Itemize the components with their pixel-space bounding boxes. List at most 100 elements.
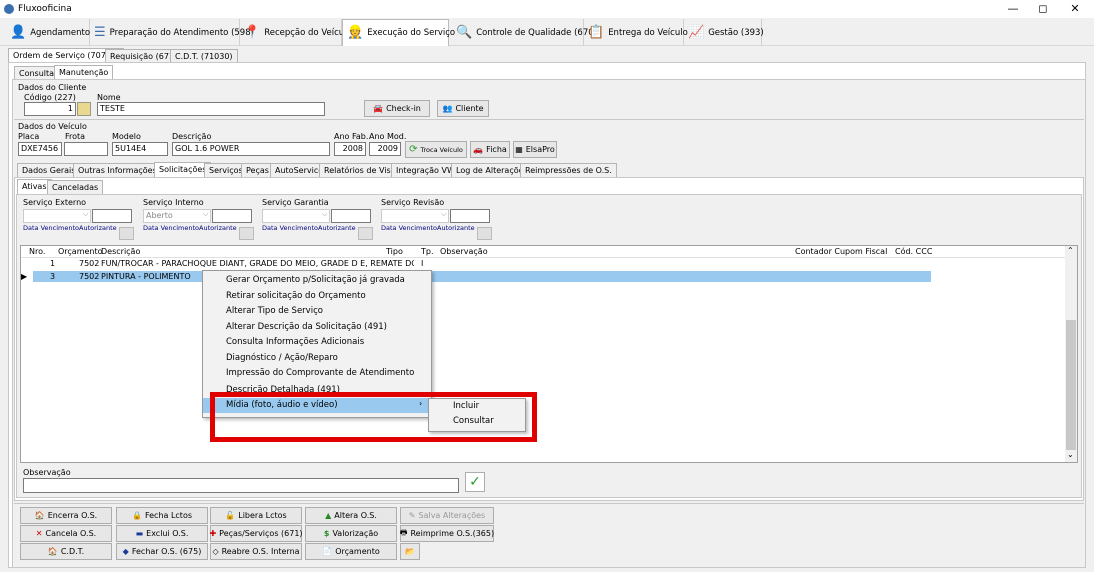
ficha-button[interactable]: 🚗 Ficha xyxy=(470,141,510,158)
autorizante-button[interactable] xyxy=(119,227,134,240)
nav-label: Execução do Serviço xyxy=(367,28,456,38)
descricao-field[interactable]: GOL 1.6 POWER xyxy=(172,142,330,156)
menu-item-alterar-descricao[interactable]: Alterar Descrição da Solicitação (491) xyxy=(202,320,432,336)
scroll-up-icon[interactable]: ⌃ xyxy=(1067,246,1074,255)
orcamento-button[interactable]: 📄 Orçamento xyxy=(305,543,397,560)
table-row-selected[interactable]: 3 7502 PINTURA - POLIMENTO xyxy=(33,271,931,282)
frota-label: Frota xyxy=(65,132,86,141)
autorizante-button[interactable] xyxy=(477,227,492,240)
filtro-select[interactable]: Aberto xyxy=(143,209,211,223)
tab-pecas[interactable]: Peças xyxy=(241,163,274,177)
column-header[interactable]: Nro. xyxy=(29,247,45,256)
codigo-field[interactable]: 1 xyxy=(24,102,76,116)
menu-item-descricao-detalhada[interactable]: Descrição Detalhada (491) xyxy=(202,382,432,392)
nav-controle-qualidade[interactable]: 🔍 Controle de Qualidade (670) xyxy=(452,19,597,46)
exclui-os-button[interactable]: ▬ Exclui O.S. xyxy=(116,525,208,542)
menu-item-gerar-orcamento[interactable]: Gerar Orçamento p/Solicitação já gravada xyxy=(202,273,432,289)
placa-field[interactable]: DXE7456 xyxy=(18,142,62,156)
confirm-observacao-button[interactable]: ✓ xyxy=(465,472,485,492)
nav-gestao[interactable]: 📈 Gestão (393) xyxy=(684,19,764,46)
nome-field[interactable]: TESTE xyxy=(97,102,325,116)
column-header[interactable]: Contador Cupom Fiscal xyxy=(795,247,887,256)
filtro-date[interactable] xyxy=(331,209,371,223)
tab-outras-informacoes[interactable]: Outras Informações xyxy=(73,163,162,177)
fecha-lctos-button[interactable]: 🔒 Fecha Lctos xyxy=(116,507,208,524)
data-vencimento-link[interactable]: Data Vencimento xyxy=(381,224,437,232)
cliente-button[interactable]: 👥 Cliente xyxy=(437,100,489,117)
tab-reimpressoes[interactable]: Reimpressões de O.S. xyxy=(520,163,617,177)
tab-integracao-vw[interactable]: Integração VW xyxy=(391,163,460,177)
checkin-button[interactable]: 🚘 Check-in xyxy=(364,100,430,117)
elsapro-button[interactable]: ▦ ElsaPro xyxy=(513,141,557,158)
client-lookup-icon[interactable] xyxy=(77,102,91,116)
nav-preparacao[interactable]: ☰ Preparação do Atendimento (598) xyxy=(90,19,254,46)
column-header[interactable]: Observação xyxy=(440,247,488,256)
pecas-servicos-button[interactable]: ✚ Peças/Serviços (671) xyxy=(209,525,303,542)
menu-item-diagnostico[interactable]: Diagnóstico / Ação/Reparo xyxy=(202,351,432,367)
tab-cdt[interactable]: C.D.T. (71030) xyxy=(170,49,238,63)
filtro-select[interactable] xyxy=(262,209,330,223)
cdt-button[interactable]: 🏠 C.D.T. xyxy=(20,543,112,560)
codigo-label: Código (227) xyxy=(24,93,76,102)
filtro-date[interactable] xyxy=(92,209,132,223)
troca-veiculo-button[interactable]: ⟳ Troca Veículo xyxy=(405,141,467,158)
tab-solicitacoes[interactable]: Solicitações xyxy=(154,162,212,177)
column-header[interactable]: Cód. CCC xyxy=(895,247,932,256)
nav-recepcao[interactable]: 📍 Recepção do Veículo xyxy=(240,19,352,46)
column-header[interactable]: Descrição xyxy=(101,247,140,256)
nav-execucao[interactable]: 👷 Execução do Serviço xyxy=(342,19,455,46)
grid-scrollbar[interactable]: ⌃ ⌄ xyxy=(1065,246,1077,462)
autorizante-button[interactable] xyxy=(239,227,254,240)
folder-button[interactable]: 📂 xyxy=(400,543,420,560)
nav-agendamento[interactable]: 👤 Agendamento xyxy=(6,19,90,46)
menu-item-retirar-solicitacao[interactable]: Retirar solicitação do Orçamento xyxy=(202,289,432,305)
data-vencimento-link[interactable]: Data Vencimento xyxy=(143,224,199,232)
column-header[interactable]: Orçamento xyxy=(58,247,103,256)
filtro-date[interactable] xyxy=(212,209,252,223)
column-header[interactable]: Tp. xyxy=(421,247,434,256)
filtro-select[interactable] xyxy=(381,209,449,223)
encerra-os-button[interactable]: 🏠 Encerra O.S. xyxy=(20,507,112,524)
column-header[interactable]: Tipo xyxy=(386,247,403,256)
scroll-down-icon[interactable]: ⌄ xyxy=(1067,450,1074,459)
minimize-button[interactable]: — xyxy=(998,2,1028,16)
valorizacao-button[interactable]: $ Valorização xyxy=(305,525,397,542)
lock-icon: 🔒 xyxy=(131,511,142,520)
menu-item-impressao-comprovante[interactable]: Impressão do Comprovante de Atendimento xyxy=(202,366,432,382)
table-row[interactable]: 1 7502 FUN/TROCAR - PARACHOQUE DIANT, GR… xyxy=(21,259,931,270)
nav-entrega[interactable]: 📋 Entrega do Veículo xyxy=(584,19,688,46)
tab-dados-gerais[interactable]: Dados Gerais xyxy=(17,163,81,177)
data-vencimento-link[interactable]: Data Vencimento xyxy=(262,224,318,232)
tab-consulta[interactable]: Consulta xyxy=(14,66,60,80)
autorizante-link[interactable]: Autorizante xyxy=(199,224,237,232)
reimprime-os-button[interactable]: 🖶 Reimprime O.S.(365) xyxy=(400,525,494,542)
observacao-field[interactable] xyxy=(23,478,459,493)
fechar-os-button[interactable]: ◆ Fechar O.S. (675) xyxy=(116,543,208,560)
nav-label: Agendamento xyxy=(30,27,91,38)
autorizante-link[interactable]: Autorizante xyxy=(79,224,117,232)
modelo-field[interactable]: 5U14E4 xyxy=(112,142,168,156)
autorizante-link[interactable]: Autorizante xyxy=(318,224,356,232)
anofab-field[interactable]: 2008 xyxy=(334,142,366,156)
altera-os-button[interactable]: ▲ Altera O.S. xyxy=(305,507,397,524)
tab-manutencao[interactable]: Manutenção xyxy=(54,65,114,80)
libera-lctos-button[interactable]: 🔓 Libera Lctos xyxy=(210,507,302,524)
filtro-externo: Serviço Externo ⌵ Data Vencimento Autori… xyxy=(23,198,141,242)
label: Exclui O.S. xyxy=(146,529,189,538)
reabre-os-interna-button[interactable]: ◇ Reabre O.S. Interna xyxy=(210,543,302,560)
salva-alteracoes-button[interactable]: ✎ Salva Alterações xyxy=(400,507,494,524)
tab-canceladas[interactable]: Canceladas xyxy=(47,180,104,194)
anomod-field[interactable]: 2009 xyxy=(369,142,401,156)
maximize-button[interactable]: ◻ xyxy=(1028,2,1058,16)
menu-item-consulta-info[interactable]: Consulta Informações Adicionais xyxy=(202,335,432,351)
autorizante-button[interactable] xyxy=(358,227,373,240)
frota-field[interactable] xyxy=(64,142,108,156)
filtro-date[interactable] xyxy=(450,209,490,223)
scroll-thumb[interactable] xyxy=(1066,320,1076,450)
autorizante-link[interactable]: Autorizante xyxy=(437,224,475,232)
data-vencimento-link[interactable]: Data Vencimento xyxy=(23,224,79,232)
close-button[interactable]: ✕ xyxy=(1060,2,1090,16)
filtro-select[interactable] xyxy=(23,209,91,223)
menu-item-alterar-tipo[interactable]: Alterar Tipo de Serviço xyxy=(202,304,432,320)
cancela-os-button[interactable]: ✕ Cancela O.S. xyxy=(20,525,112,542)
